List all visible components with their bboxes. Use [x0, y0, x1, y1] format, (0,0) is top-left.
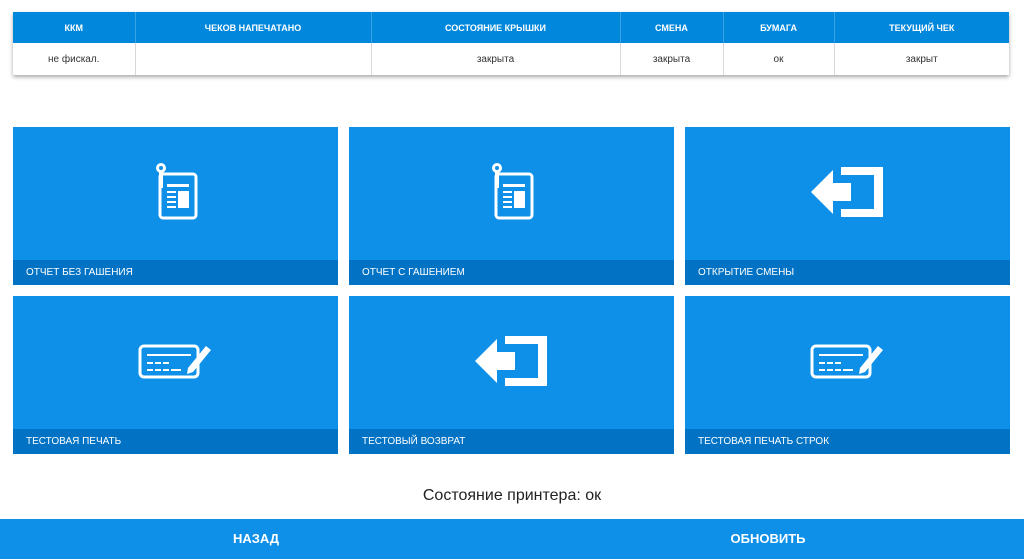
status-table: ККМ ЧЕКОВ НАПЕЧАТАНО СОСТОЯНИЕ КРЫШКИ СМ… — [13, 12, 1009, 75]
cell-checks-printed — [135, 43, 372, 75]
header-kkm: ККМ — [13, 12, 136, 43]
report-without-reset-button[interactable]: ОТЧЕТ БЕЗ ГАШЕНИЯ — [13, 127, 338, 285]
back-button[interactable]: НАЗАД — [0, 519, 512, 559]
test-print-lines-button[interactable]: ТЕСТОВАЯ ПЕЧАТЬ СТРОК — [685, 296, 1010, 454]
tile-label: ОТЧЕТ С ГАШЕНИЕМ — [349, 260, 674, 285]
enter-arrow-icon — [685, 157, 1010, 227]
header-paper: БУМАГА — [723, 12, 835, 43]
cell-cover-state: закрыта — [371, 43, 621, 75]
cell-current-check: закрыт — [834, 43, 1009, 75]
enter-arrow-icon — [349, 326, 674, 396]
tile-label: ОТЧЕТ БЕЗ ГАШЕНИЯ — [13, 260, 338, 285]
status-table-header: ККМ ЧЕКОВ НАПЕЧАТАНО СОСТОЯНИЕ КРЫШКИ СМ… — [13, 12, 1009, 43]
open-shift-button[interactable]: ОТКРЫТИЕ СМЕНЫ — [685, 127, 1010, 285]
tile-label: ТЕСТОВЫЙ ВОЗВРАТ — [349, 429, 674, 454]
test-return-button[interactable]: ТЕСТОВЫЙ ВОЗВРАТ — [349, 296, 674, 454]
bottom-bar: НАЗАД ОБНОВИТЬ — [0, 519, 1024, 559]
receipt-pen-icon — [685, 326, 1010, 396]
header-checks-printed: ЧЕКОВ НАПЕЧАТАНО — [135, 12, 372, 43]
table-row: не фискал. закрыта закрыта ок закрыт — [13, 43, 1009, 75]
report-with-reset-button[interactable]: ОТЧЕТ С ГАШЕНИЕМ — [349, 127, 674, 285]
header-shift: СМЕНА — [620, 12, 724, 43]
tile-label: ОТКРЫТИЕ СМЕНЫ — [685, 260, 1010, 285]
tile-label: ТЕСТОВАЯ ПЕЧАТЬ — [13, 429, 338, 454]
header-cover-state: СОСТОЯНИЕ КРЫШКИ — [371, 12, 621, 43]
test-print-button[interactable]: ТЕСТОВАЯ ПЕЧАТЬ — [13, 296, 338, 454]
tile-label: ТЕСТОВАЯ ПЕЧАТЬ СТРОК — [685, 429, 1010, 454]
report-icon — [13, 157, 338, 227]
cell-shift: закрыта — [620, 43, 724, 75]
cell-paper: ок — [723, 43, 835, 75]
report-icon — [349, 157, 674, 227]
header-current-check: ТЕКУЩИЙ ЧЕК — [834, 12, 1009, 43]
printer-status: Состояние принтера: ок — [422, 487, 602, 504]
refresh-button[interactable]: ОБНОВИТЬ — [512, 519, 1024, 559]
cell-kkm: не фискал. — [13, 43, 136, 75]
receipt-pen-icon — [13, 326, 338, 396]
